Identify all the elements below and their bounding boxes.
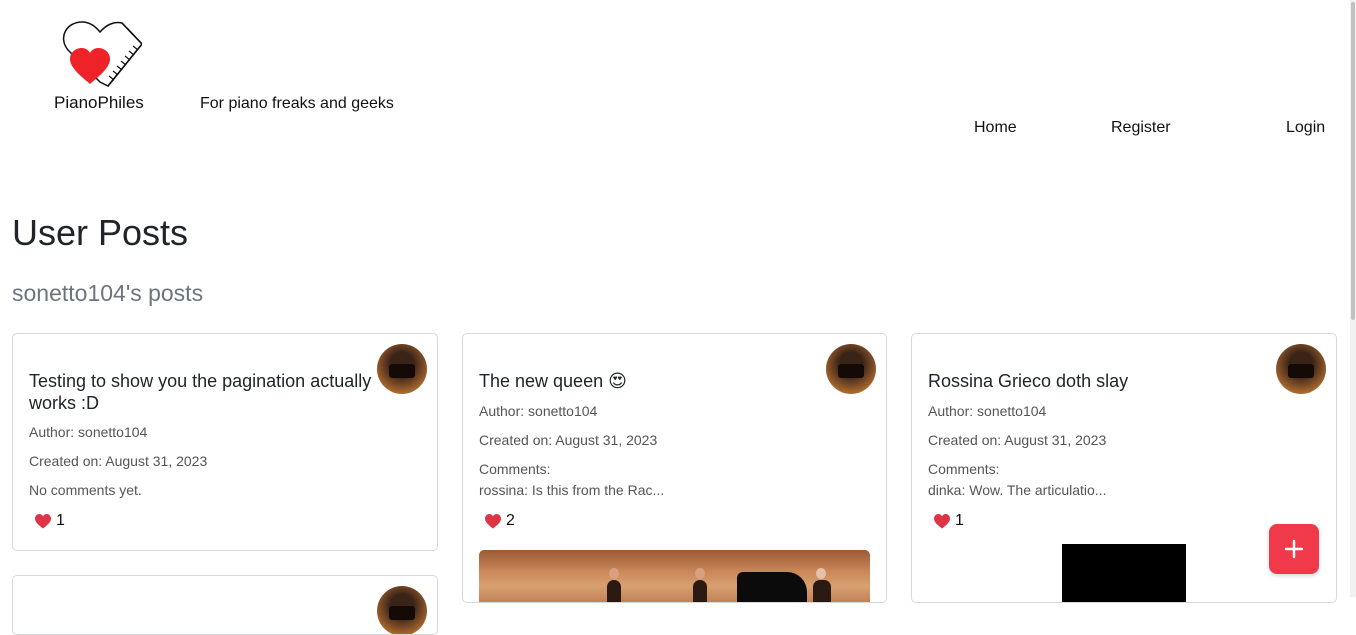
author-avatar[interactable] — [1276, 344, 1326, 394]
post-comments-label: Comments: — [928, 461, 1000, 477]
post-author: Author: sonetto104 — [928, 403, 1047, 419]
like-count: 1 — [955, 512, 964, 529]
post-title[interactable]: Rossina Grieco doth slay — [928, 370, 1278, 392]
add-post-button[interactable] — [1269, 524, 1319, 574]
post-image[interactable] — [479, 550, 870, 602]
like-button[interactable]: 1 — [35, 512, 65, 530]
page-title: User Posts — [12, 212, 189, 253]
heart-icon — [934, 513, 950, 528]
figure — [607, 568, 621, 602]
brand-name: PianoPhiles — [54, 93, 144, 112]
post-video[interactable] — [1062, 544, 1186, 602]
post-comment-preview: rossina: Is this from the Rac... — [479, 482, 665, 498]
post-author: Author: sonetto104 — [479, 403, 598, 419]
heart-icon — [35, 513, 51, 528]
author-avatar[interactable] — [377, 586, 427, 634]
post-card[interactable] — [12, 575, 438, 635]
post-created: Created on: August 31, 2023 — [928, 432, 1107, 448]
like-count: 2 — [506, 512, 515, 529]
heart-icon — [485, 513, 501, 528]
post-card[interactable]: Testing to show you the pagination actua… — [12, 333, 438, 551]
site-header: PianoPhiles For piano freaks and geeks H… — [0, 0, 1350, 160]
scrollbar-thumb[interactable] — [1351, 2, 1355, 320]
like-count: 1 — [56, 512, 65, 529]
figure — [693, 568, 707, 602]
post-created: Created on: August 31, 2023 — [29, 453, 208, 469]
nav-login-link[interactable]: Login — [1286, 119, 1325, 137]
nav-register-link[interactable]: Register — [1111, 119, 1171, 137]
author-avatar[interactable] — [826, 344, 876, 394]
post-comments-label: Comments: — [479, 461, 551, 477]
post-card[interactable]: The new queen 😍 Author: sonetto104 Creat… — [462, 333, 887, 603]
logo[interactable] — [52, 20, 152, 92]
piano-shape — [737, 572, 807, 602]
like-button[interactable]: 1 — [934, 512, 964, 530]
nav-home-link[interactable]: Home — [974, 119, 1017, 137]
post-title[interactable]: Testing to show you the pagination actua… — [29, 370, 379, 414]
like-button[interactable]: 2 — [485, 512, 515, 530]
page-subtitle: sonetto104's posts — [12, 280, 204, 306]
author-avatar[interactable] — [377, 344, 427, 394]
post-created: Created on: August 31, 2023 — [479, 432, 658, 448]
heart-piano-logo-icon — [62, 21, 142, 87]
tagline: For piano freaks and geeks — [200, 95, 394, 112]
post-comment-preview: dinka: Wow. The articulatio... — [928, 482, 1107, 498]
post-author: Author: sonetto104 — [29, 424, 148, 440]
figure — [813, 568, 831, 602]
plus-icon — [1284, 539, 1304, 559]
post-title[interactable]: The new queen 😍 — [479, 370, 829, 392]
post-comments-label: No comments yet. — [29, 482, 142, 498]
